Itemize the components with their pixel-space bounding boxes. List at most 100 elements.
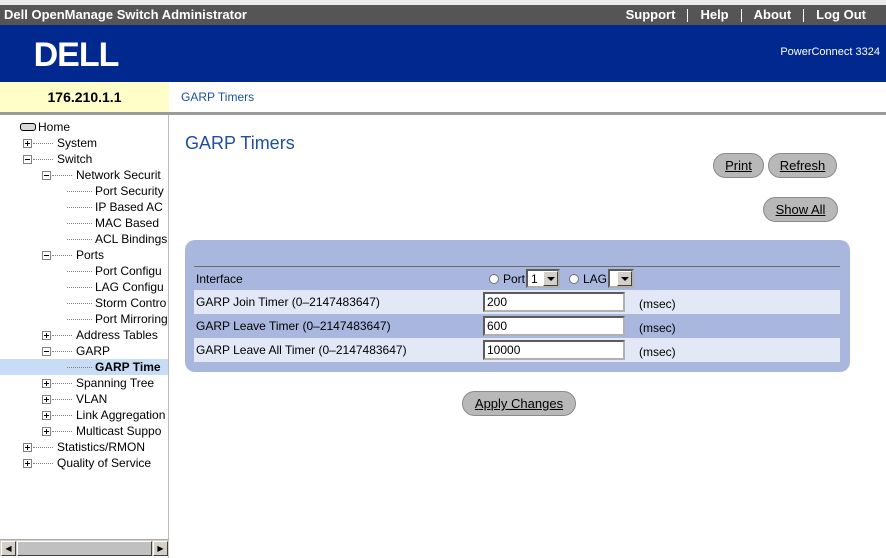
tree-connector [67, 319, 92, 320]
tree-node-statistics-rmon[interactable]: Statistics/RMON [0, 439, 168, 455]
refresh-button[interactable]: Refresh [768, 153, 837, 178]
tree-node-acl-bindings[interactable]: ACL Bindings [0, 231, 168, 247]
expand-icon[interactable] [42, 395, 51, 404]
tree-connector [52, 175, 72, 176]
expand-icon[interactable] [23, 459, 32, 468]
settings-table: Interface Port 1 LAG GARP Join Timer (0–… [194, 266, 840, 362]
lag-radio[interactable] [569, 274, 579, 284]
tree-label: GARP Time [95, 360, 161, 374]
tree-node-multicast-support[interactable]: Multicast Suppo [0, 423, 168, 439]
chevron-down-icon[interactable] [617, 271, 632, 286]
tree-connector [52, 399, 72, 400]
tree-node-address-tables[interactable]: Address Tables [0, 327, 168, 343]
sidebar: Home System Switch Network Securit Port … [0, 115, 169, 558]
expand-icon[interactable] [42, 379, 51, 388]
port-select[interactable]: 1 [526, 269, 560, 288]
tree-node-ports[interactable]: Ports [0, 247, 168, 263]
expand-icon[interactable] [42, 331, 51, 340]
tree-node-switch[interactable]: Switch [0, 151, 168, 167]
scroll-right-icon[interactable]: ▶ [153, 541, 168, 556]
breadcrumb-bar: GARP Timers [169, 82, 886, 115]
tree-node-network-security[interactable]: Network Securit [0, 167, 168, 183]
tree-label: Port Security [95, 184, 164, 198]
tree-node-port-security[interactable]: Port Security [0, 183, 168, 199]
join-timer-input[interactable] [483, 292, 625, 312]
tree-connector [67, 207, 92, 208]
sidebar-horizontal-scrollbar[interactable]: ◀ ▶ [0, 539, 169, 556]
expand-icon[interactable] [23, 443, 32, 452]
tree-label: Home [38, 120, 71, 134]
tree-node-storm-control[interactable]: Storm Contro [0, 295, 168, 311]
join-timer-unit: (msec) [639, 297, 676, 311]
tree-connector [67, 303, 92, 304]
apply-changes-button[interactable]: Apply Changes [462, 391, 576, 416]
log-out-link[interactable]: Log Out [804, 7, 878, 22]
tree-node-mac-based-acl[interactable]: MAC Based [0, 215, 168, 231]
scroll-left-icon[interactable]: ◀ [1, 541, 16, 556]
tree-node-system[interactable]: System [0, 135, 168, 151]
tree-node-link-aggregation[interactable]: Link Aggregation [0, 407, 168, 423]
dell-logo: DELL [34, 36, 120, 73]
scroll-thumb[interactable] [17, 541, 152, 556]
tree-node-ip-based-acl[interactable]: IP Based AC [0, 199, 168, 215]
tree-label: IP Based AC [95, 200, 163, 214]
print-button[interactable]: Print [713, 153, 764, 178]
join-timer-row: GARP Join Timer (0–2147483647) (msec) [194, 290, 840, 314]
tree-label: Port Configu [95, 264, 162, 278]
interface-row: Interface Port 1 LAG [194, 266, 840, 290]
tree-label: Switch [57, 152, 93, 166]
expand-icon[interactable] [42, 411, 51, 420]
collapse-icon[interactable] [42, 171, 51, 180]
tree-label: Multicast Suppo [76, 424, 162, 438]
tree-node-port-configuration[interactable]: Port Configu [0, 263, 168, 279]
port-radio[interactable] [489, 274, 499, 284]
tree-label: ACL Bindings [95, 232, 168, 246]
home-icon [20, 123, 36, 131]
tree-node-vlan[interactable]: VLAN [0, 391, 168, 407]
tree-label: MAC Based [95, 216, 160, 230]
show-all-button[interactable]: Show All [763, 197, 838, 222]
tree-connector [33, 143, 53, 144]
tree-connector [52, 383, 72, 384]
about-link[interactable]: About [742, 7, 804, 22]
tree-node-garp[interactable]: GARP [0, 343, 168, 359]
breadcrumb: GARP Timers [181, 90, 255, 104]
nav-tree: Home System Switch Network Securit Port … [0, 119, 168, 471]
title-bar-strip: Dell OpenManage Switch Administrator Sup… [0, 5, 886, 25]
title-bar: Dell OpenManage Switch Administrator Sup… [0, 0, 886, 25]
tree-label: GARP [76, 344, 111, 358]
leave-all-timer-input[interactable] [483, 340, 625, 360]
device-ip: 176.210.1.1 [0, 82, 169, 115]
tree-node-spanning-tree[interactable]: Spanning Tree [0, 375, 168, 391]
leave-timer-input[interactable] [483, 316, 625, 336]
page-title: GARP Timers [185, 133, 295, 153]
tree-label: Link Aggregation [76, 408, 166, 422]
tree-connector [67, 287, 92, 288]
lag-radio-label: LAG [583, 272, 608, 286]
leave-all-timer-unit: (msec) [639, 345, 676, 359]
tree-connector [52, 255, 72, 256]
support-link[interactable]: Support [614, 7, 688, 22]
chevron-down-icon[interactable] [543, 271, 558, 286]
tree-label: Quality of Service [57, 456, 152, 470]
leave-all-timer-row: GARP Leave All Timer (0–2147483647) (mse… [194, 338, 840, 362]
tree-node-port-mirroring[interactable]: Port Mirroring [0, 311, 168, 327]
tree-label: Network Securit [76, 168, 161, 182]
expand-icon[interactable] [23, 139, 32, 148]
collapse-icon[interactable] [42, 347, 51, 356]
banner: DELL PowerConnect 3324 [0, 25, 886, 82]
collapse-icon[interactable] [42, 251, 51, 260]
join-timer-label: GARP Join Timer (0–2147483647) [196, 295, 380, 309]
tree-node-quality-of-service[interactable]: Quality of Service [0, 455, 168, 471]
collapse-icon[interactable] [23, 155, 32, 164]
tree-label: Spanning Tree [76, 376, 155, 390]
help-link[interactable]: Help [688, 7, 740, 22]
tree-node-lag-configuration[interactable]: LAG Configu [0, 279, 168, 295]
leave-timer-row: GARP Leave Timer (0–2147483647) (msec) [194, 314, 840, 338]
tree-label: VLAN [76, 392, 108, 406]
expand-icon[interactable] [42, 427, 51, 436]
tree-node-home[interactable]: Home [0, 119, 168, 135]
lag-select[interactable] [608, 269, 634, 288]
tree-label: Port Mirroring [95, 312, 168, 326]
tree-node-garp-timers[interactable]: GARP Time [0, 359, 168, 375]
